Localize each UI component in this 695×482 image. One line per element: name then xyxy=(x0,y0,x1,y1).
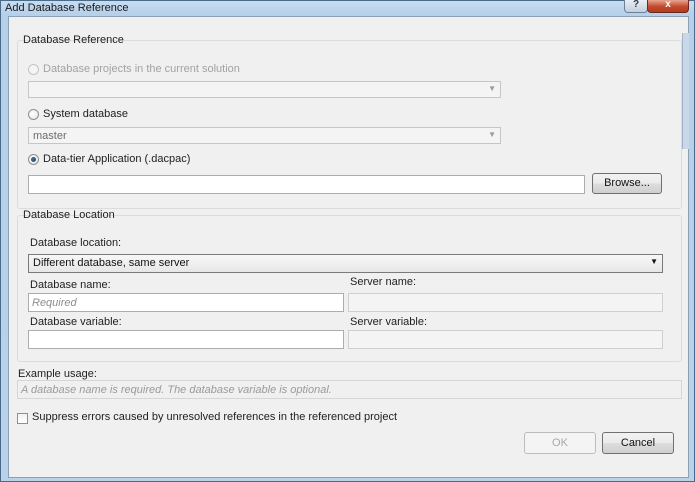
server-name-label: Server name: xyxy=(350,276,417,288)
scrollbar[interactable] xyxy=(682,33,689,149)
chevron-down-icon: ▼ xyxy=(650,257,658,266)
example-usage-label: Example usage: xyxy=(18,368,97,380)
database-name-input[interactable]: Required xyxy=(28,293,344,312)
close-button[interactable]: x xyxy=(647,0,689,13)
database-name-label: Database name: xyxy=(30,279,111,291)
projects-radio-label: Database projects in the current solutio… xyxy=(43,63,240,75)
projects-combo[interactable]: ▼ xyxy=(28,81,501,98)
server-name-input[interactable] xyxy=(348,293,663,312)
close-icon: x xyxy=(665,0,671,10)
database-location-value: Different database, same server xyxy=(33,257,190,269)
dialog-window: Add Database Reference ? x Database Refe… xyxy=(0,0,695,482)
dacpac-path-input[interactable] xyxy=(28,175,585,194)
example-usage-box: A database name is required. The databas… xyxy=(17,380,682,399)
example-usage-text: A database name is required. The databas… xyxy=(21,384,332,396)
server-variable-input[interactable] xyxy=(348,330,663,349)
database-name-placeholder: Required xyxy=(32,297,77,309)
chevron-down-icon: ▼ xyxy=(488,84,496,93)
database-variable-input[interactable] xyxy=(28,330,344,349)
suppress-errors-label: Suppress errors caused by unresolved ref… xyxy=(32,411,398,423)
chevron-down-icon: ▼ xyxy=(488,130,496,139)
cancel-button[interactable]: Cancel xyxy=(602,432,674,454)
database-location-heading: Database Location xyxy=(23,209,115,221)
title-bar[interactable]: Add Database Reference ? x xyxy=(1,0,694,17)
dacpac-radio-label: Data-tier Application (.dacpac) xyxy=(43,153,191,165)
dialog-content: Database Reference Database projects in … xyxy=(8,16,689,478)
help-icon: ? xyxy=(632,0,640,10)
database-location-combo[interactable]: Different database, same server ▼ xyxy=(28,254,663,273)
system-database-combo[interactable]: master ▼ xyxy=(28,127,501,144)
database-location-label: Database location: xyxy=(30,237,122,249)
window-title: Add Database Reference xyxy=(5,2,129,14)
database-variable-label: Database variable: xyxy=(30,316,122,328)
help-button[interactable]: ? xyxy=(624,0,648,13)
system-database-radio-label: System database xyxy=(43,108,128,120)
dacpac-radio[interactable] xyxy=(28,154,39,165)
radio-selected-dot xyxy=(31,157,36,162)
projects-radio[interactable] xyxy=(28,64,39,75)
ok-button[interactable]: OK xyxy=(524,432,596,454)
browse-button[interactable]: Browse... xyxy=(592,173,662,194)
system-database-combo-value: master xyxy=(33,130,67,142)
suppress-errors-checkbox[interactable] xyxy=(17,413,28,424)
system-database-radio[interactable] xyxy=(28,109,39,120)
database-reference-heading: Database Reference xyxy=(23,34,124,46)
server-variable-label: Server variable: xyxy=(350,316,428,328)
